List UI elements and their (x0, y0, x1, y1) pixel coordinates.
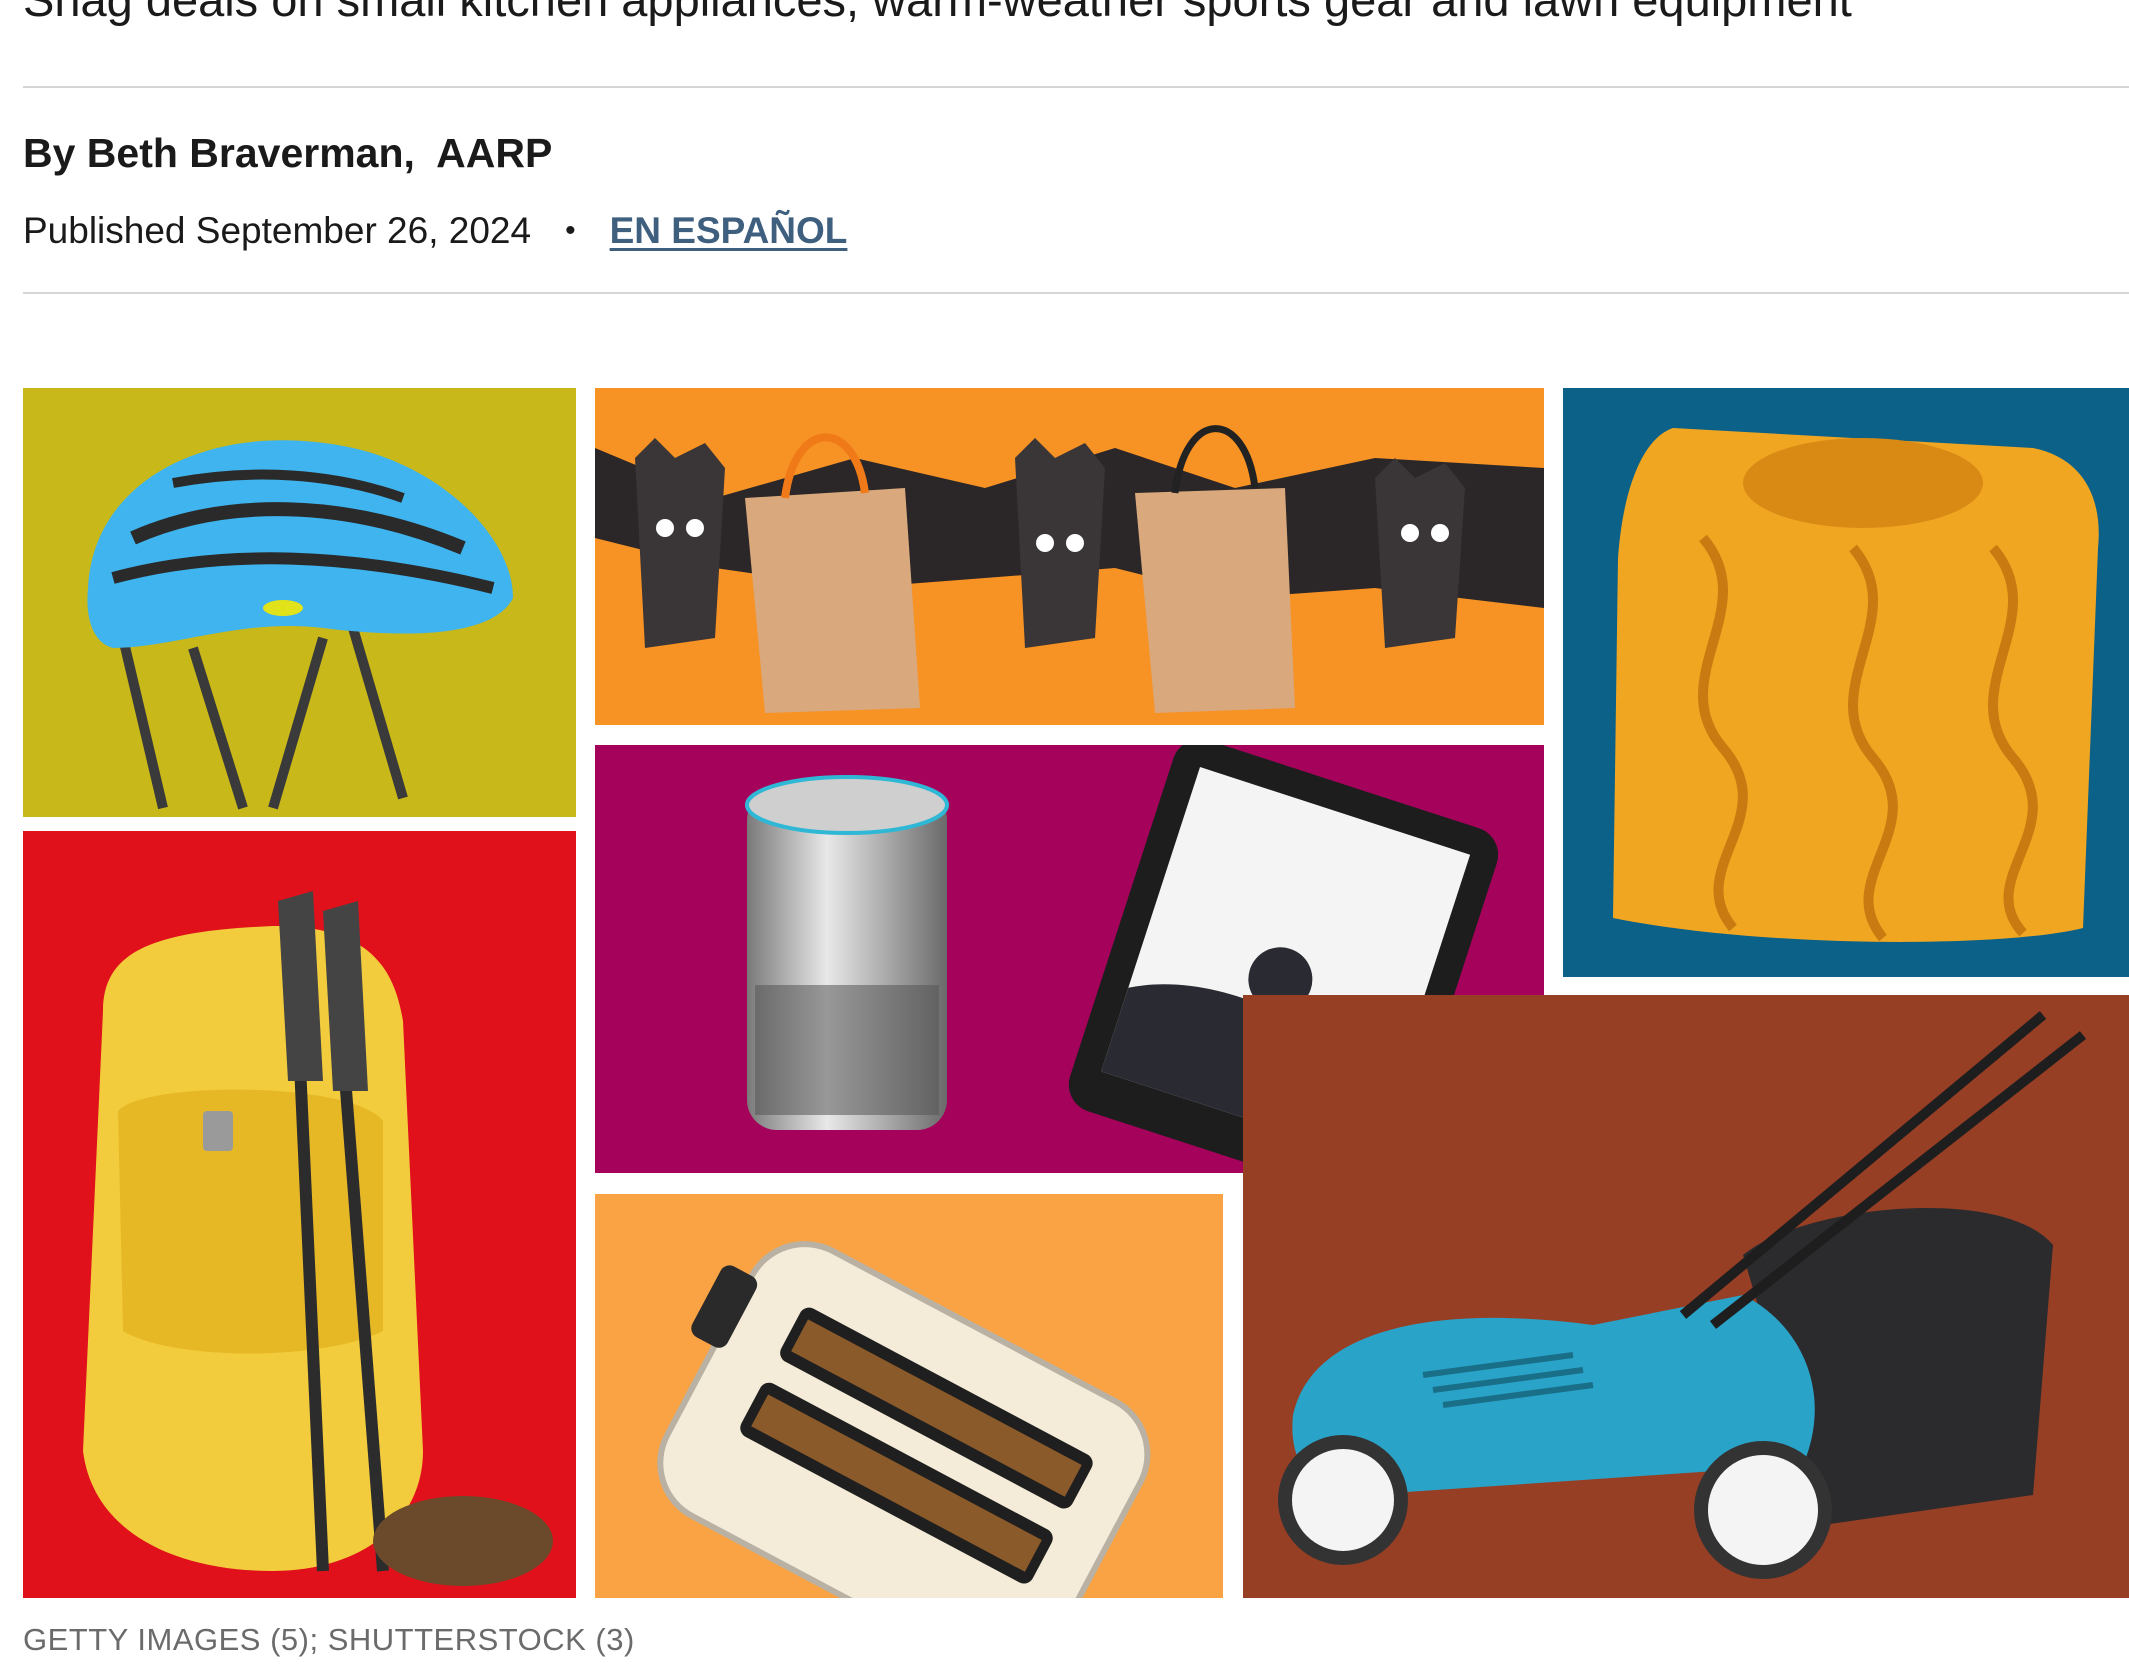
publish-date: Published September 26, 2024 (23, 210, 532, 251)
knit-sweater-image (1563, 388, 2129, 977)
spanish-version-link[interactable]: EN ESPAÑOL (610, 210, 848, 252)
publish-meta: Published September 26, 2024 • EN ESPAÑO… (23, 210, 847, 252)
meta-separator: • (565, 214, 576, 247)
lawn-mower-image (1243, 995, 2129, 1598)
meta-divider (23, 292, 2129, 294)
article-byline: By Beth Braverman, AARP (23, 130, 553, 176)
backpack-image (23, 831, 576, 1598)
article-subheadline: Snag deals on small kitchen appliances, … (23, 0, 2129, 30)
top-divider (23, 86, 2129, 88)
bike-helmet-image (23, 388, 576, 817)
toaster-image (595, 1194, 1223, 1598)
halloween-bats-image (595, 388, 1544, 725)
hero-image-collage (23, 388, 2129, 1598)
image-credit: GETTY IMAGES (5); SHUTTERSTOCK (3) (23, 1622, 635, 1657)
